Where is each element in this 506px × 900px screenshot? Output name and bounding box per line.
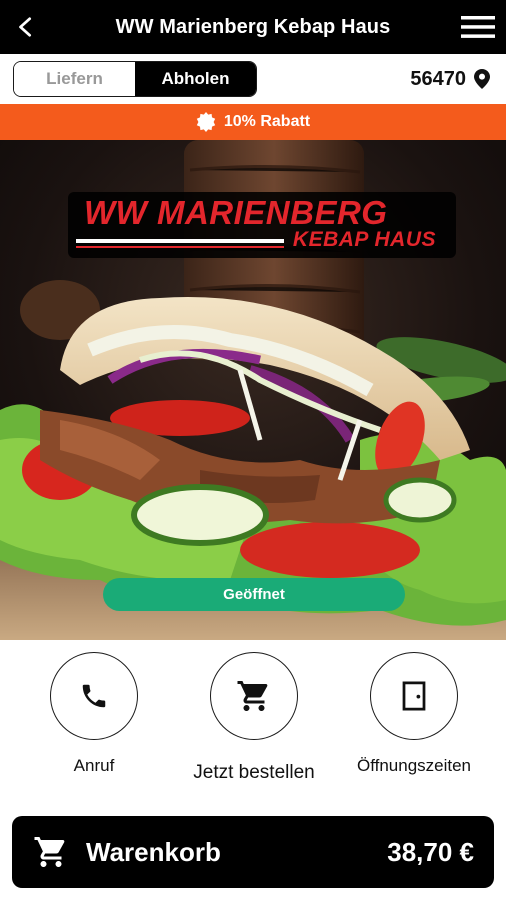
cart-total: 38,70 € (387, 837, 474, 867)
app-title: WW Marienberg Kebap Haus (115, 16, 391, 38)
hero-banner: WW MARIENBERG KEBAP HAUS Geöffnet (0, 140, 506, 640)
menu-button[interactable] (458, 9, 498, 45)
logo-text-line1: WW MARIENBERG (84, 194, 388, 231)
shopping-cart-icon (34, 837, 65, 867)
order-now-label: Jetzt bestellen (193, 762, 315, 783)
location-pin-icon (474, 69, 490, 89)
back-button[interactable] (8, 9, 44, 45)
call-button[interactable] (50, 652, 138, 740)
logo-divider-red (76, 246, 284, 248)
cart-bar[interactable]: Warenkorb 38,70 € (12, 816, 494, 888)
cart-label: Warenkorb (86, 837, 221, 867)
opening-hours-button[interactable] (370, 652, 458, 740)
phone-icon (82, 684, 106, 708)
app-bar: WW Marienberg Kebap Haus (0, 0, 506, 54)
open-status-badge: Geöffnet (103, 578, 405, 611)
delivery-mode-toggle: Liefern Abholen (13, 61, 257, 97)
shopping-cart-icon (237, 681, 268, 711)
discount-banner: 10% Rabatt (0, 104, 506, 140)
call-label: Anruf (73, 756, 115, 775)
opening-hours-action[interactable]: Öffnungszeiten (334, 652, 494, 776)
hamburger-menu-icon (461, 16, 495, 38)
call-action[interactable]: Anruf (14, 652, 174, 776)
restaurant-logo: WW MARIENBERG KEBAP HAUS (68, 192, 456, 258)
back-arrow-icon (19, 17, 32, 37)
zip-location[interactable]: 56470 (410, 63, 490, 95)
toggle-option-abholen[interactable]: Abholen (135, 62, 256, 96)
zip-code: 56470 (410, 67, 466, 90)
order-now-button[interactable] (210, 652, 298, 740)
door-icon (402, 681, 426, 711)
toggle-option-liefern[interactable]: Liefern (14, 62, 135, 96)
opening-hours-label: Öffnungszeiten (356, 756, 472, 775)
quick-actions: Anruf Jetzt bestellen Öffnungszeiten (0, 640, 506, 800)
discount-text: 10% Rabatt (223, 113, 311, 130)
discount-badge-icon (196, 112, 216, 132)
order-now-action[interactable]: Jetzt bestellen (174, 652, 334, 784)
logo-divider (76, 239, 284, 243)
logo-text-line2: KEBAP HAUS (292, 228, 436, 251)
